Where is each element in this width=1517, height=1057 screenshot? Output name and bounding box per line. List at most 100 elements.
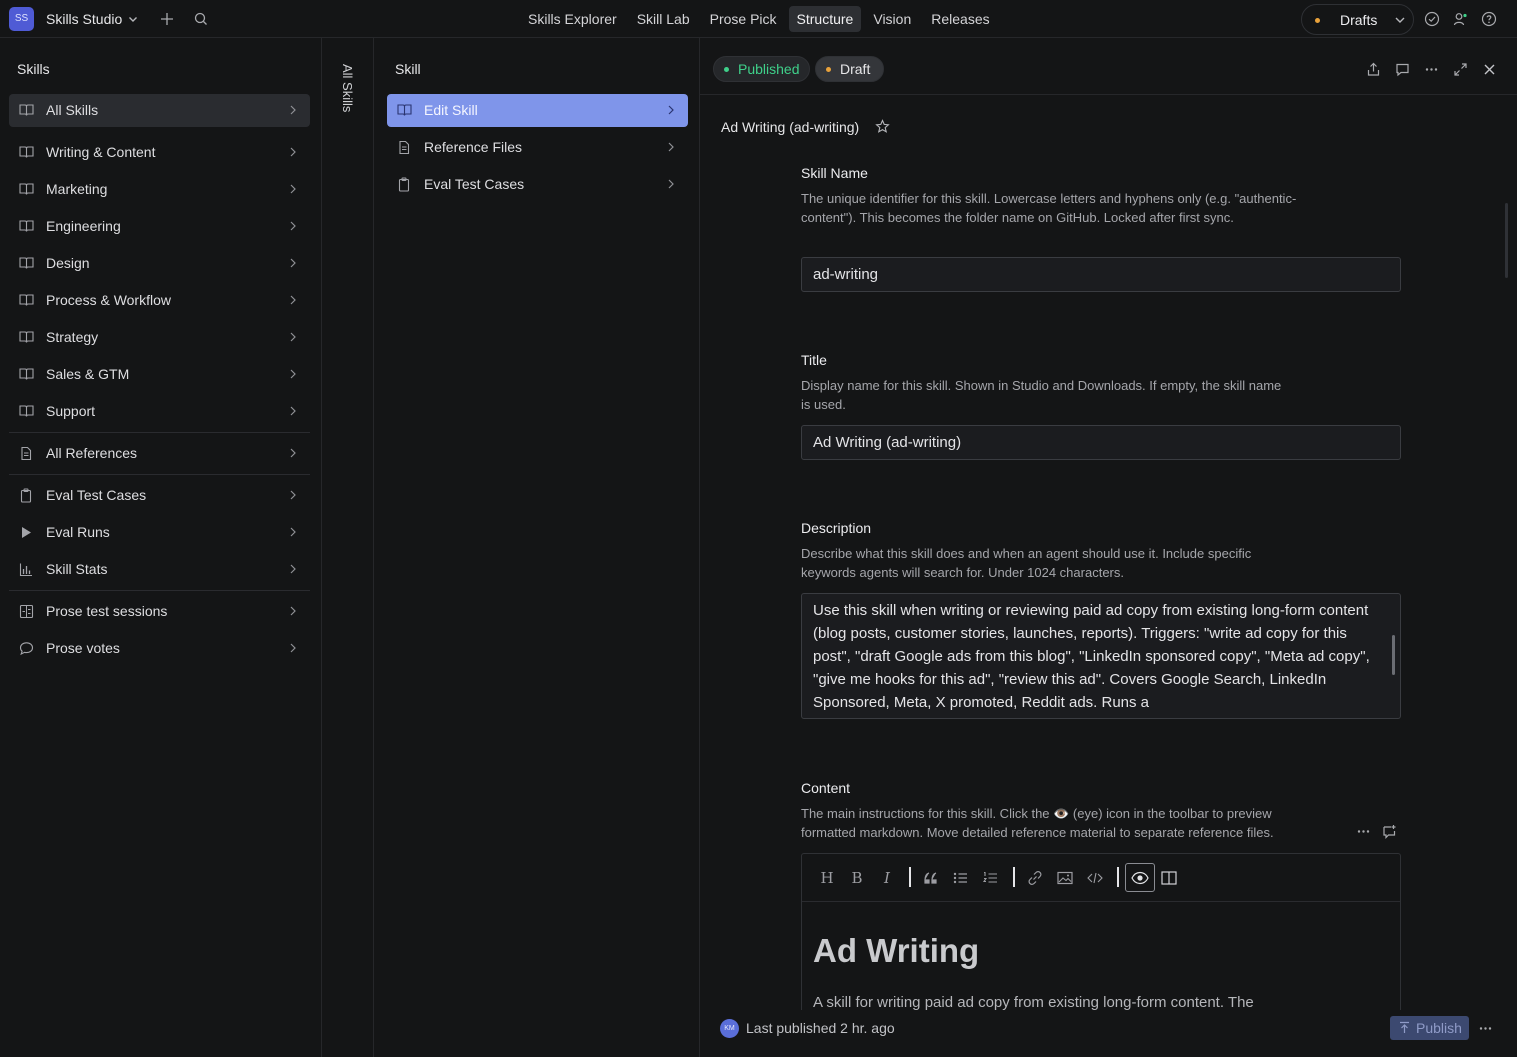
side-by-side-icon[interactable] xyxy=(1159,868,1179,888)
nav-skills-explorer[interactable]: Skills Explorer xyxy=(520,6,625,32)
status-draft-label: Draft xyxy=(840,61,871,77)
sidebar-item-strategy[interactable]: Strategy xyxy=(9,321,310,354)
sidebar-item-eval-test-cases[interactable]: Eval Test Cases xyxy=(9,479,310,512)
content-paragraph: A skill for writing paid ad copy from ex… xyxy=(813,994,1254,1011)
sidebar-item-prose-test-sessions[interactable]: Prose test sessions xyxy=(9,595,310,628)
sidebar-item-marketing[interactable]: Marketing xyxy=(9,173,310,206)
skill-name-input[interactable]: ad-writing xyxy=(801,257,1401,292)
quote-icon[interactable] xyxy=(921,868,941,888)
star-icon[interactable] xyxy=(875,119,890,134)
title-label: Title xyxy=(801,352,827,368)
nav-prose-pick[interactable]: Prose Pick xyxy=(702,6,785,32)
description-textarea[interactable]: Use this skill when writing or reviewing… xyxy=(801,593,1401,719)
help-icon[interactable] xyxy=(1481,11,1497,27)
bullet-list-icon[interactable] xyxy=(951,868,971,888)
sidebar-item-prose-votes[interactable]: Prose votes xyxy=(9,632,310,665)
image-icon[interactable] xyxy=(1055,868,1075,888)
sidebar-item-support[interactable]: Support xyxy=(9,395,310,428)
sidebar-item-all-references[interactable]: All References xyxy=(9,437,310,470)
skill-panel: Skill Edit Skill Reference Files Eval Te… xyxy=(374,38,700,1057)
skill-name-label: Skill Name xyxy=(801,165,868,181)
sidebar-item-label: Writing & Content xyxy=(46,144,156,160)
app-name[interactable]: Skills Studio xyxy=(46,11,122,27)
sidebar-item-label: Prose votes xyxy=(46,640,120,656)
sidebar-item-label: Eval Runs xyxy=(46,524,110,540)
sidebar-divider xyxy=(9,474,310,475)
chevron-right-icon xyxy=(289,369,297,379)
collapsed-all-skills-panel[interactable] xyxy=(322,38,374,1057)
chevron-right-icon xyxy=(289,332,297,342)
chevron-right-icon xyxy=(667,142,675,152)
bold-button[interactable]: B xyxy=(847,868,867,888)
more-icon[interactable] xyxy=(1478,1021,1493,1036)
branch-selector[interactable]: Drafts xyxy=(1301,4,1414,35)
sidebar-item-eval-runs[interactable]: Eval Runs xyxy=(9,516,310,549)
header-divider xyxy=(700,94,1517,95)
chevron-right-icon xyxy=(289,258,297,268)
draft-dot xyxy=(826,67,831,72)
numbered-list-icon[interactable] xyxy=(981,868,1001,888)
more-icon[interactable] xyxy=(1356,824,1371,839)
chevron-right-icon xyxy=(289,105,297,115)
link-icon[interactable] xyxy=(1025,868,1045,888)
skill-item-reference-files[interactable]: Reference Files xyxy=(387,131,688,164)
top-bar: SS Skills Studio Skills Explorer Skill L… xyxy=(0,0,1517,38)
nav-skill-lab[interactable]: Skill Lab xyxy=(629,6,698,32)
search-icon[interactable] xyxy=(193,11,209,27)
users-icon[interactable] xyxy=(1453,11,1469,27)
share-icon[interactable] xyxy=(1366,62,1381,77)
nav-releases[interactable]: Releases xyxy=(923,6,997,32)
italic-button[interactable]: I xyxy=(877,868,897,888)
chevron-right-icon xyxy=(289,147,297,157)
eye-icon[interactable] xyxy=(1130,868,1150,888)
sidebar-item-label: Strategy xyxy=(46,329,99,345)
sidebar-item-label: Process & Workflow xyxy=(46,292,171,308)
sidebar-item-sales-gtm[interactable]: Sales & GTM xyxy=(9,358,310,391)
comment-icon xyxy=(19,641,34,656)
sidebar-item-engineering[interactable]: Engineering xyxy=(9,210,310,243)
branch-status-dot xyxy=(1315,18,1320,23)
content-label: Content xyxy=(801,780,851,796)
status-published-tab[interactable]: Published xyxy=(713,56,810,82)
play-icon xyxy=(19,525,33,540)
bar-chart-icon xyxy=(19,562,33,577)
plus-icon[interactable] xyxy=(159,11,175,27)
sidebar-item-skill-stats[interactable]: Skill Stats xyxy=(9,553,310,586)
heading-button[interactable]: H xyxy=(817,868,837,888)
sidebar-item-design[interactable]: Design xyxy=(9,247,310,280)
sidebar-item-writing-content[interactable]: Writing & Content xyxy=(9,136,310,169)
skill-item-label: Eval Test Cases xyxy=(424,176,525,192)
status-published-label: Published xyxy=(738,61,800,77)
chevron-down-icon[interactable] xyxy=(127,13,139,25)
nav-structure[interactable]: Structure xyxy=(788,6,862,32)
sidebar-item-label: Marketing xyxy=(46,181,108,197)
close-icon[interactable] xyxy=(1482,62,1497,77)
skill-item-eval-test-cases[interactable]: Eval Test Cases xyxy=(387,168,688,201)
app-logo[interactable]: SS xyxy=(9,7,34,31)
sidebar-item-process-workflow[interactable]: Process & Workflow xyxy=(9,284,310,317)
file-icon xyxy=(19,446,33,461)
clipboard-icon xyxy=(19,488,33,503)
skill-item-edit-skill[interactable]: Edit Skill xyxy=(387,94,688,127)
chevron-right-icon xyxy=(289,448,297,458)
sidebar-item-label: Prose test sessions xyxy=(46,603,168,619)
book-icon xyxy=(397,103,412,117)
textarea-scrollbar[interactable] xyxy=(1392,635,1395,675)
skill-panel-title: Skill xyxy=(395,61,421,77)
status-draft-tab[interactable]: Draft xyxy=(815,56,884,82)
collapsed-panel-title[interactable]: All Skills xyxy=(340,64,355,112)
content-help: The main instructions for this skill. Cl… xyxy=(801,806,1274,840)
add-comment-icon[interactable] xyxy=(1382,824,1397,839)
publish-button[interactable]: Publish xyxy=(1390,1016,1469,1040)
comment-icon[interactable] xyxy=(1395,62,1410,77)
skills-panel-title: Skills xyxy=(17,61,50,77)
sidebar-item-all-skills[interactable]: All Skills xyxy=(9,94,310,127)
title-input[interactable]: Ad Writing (ad-writing) xyxy=(801,425,1401,460)
expand-icon[interactable] xyxy=(1453,62,1468,77)
detail-scrollbar[interactable] xyxy=(1505,203,1508,278)
nav-vision[interactable]: Vision xyxy=(865,6,919,32)
chevron-right-icon xyxy=(289,564,297,574)
more-icon[interactable] xyxy=(1424,62,1439,77)
code-icon[interactable] xyxy=(1085,868,1105,888)
check-circle-icon[interactable] xyxy=(1424,11,1440,27)
